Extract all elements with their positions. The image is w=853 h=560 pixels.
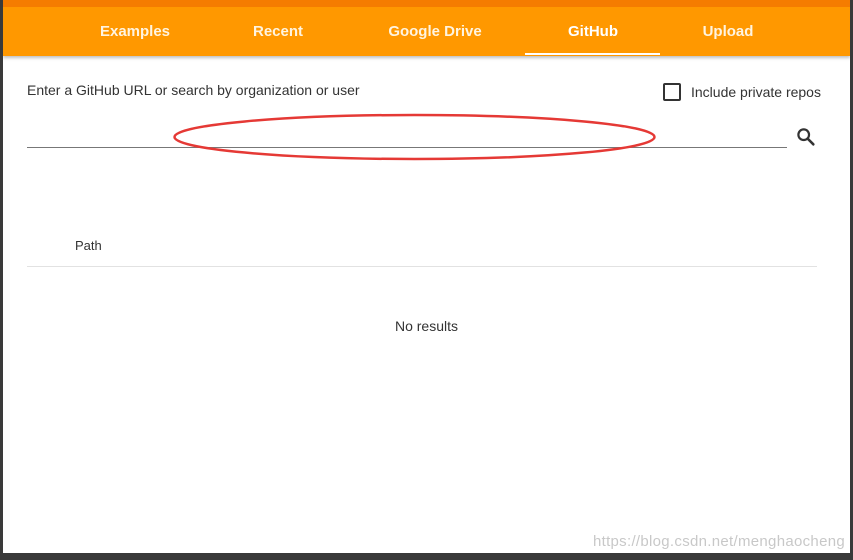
tab-bar: Examples Recent Google Drive GitHub Uplo… [3, 0, 850, 56]
search-button[interactable] [795, 126, 817, 148]
open-notebook-dialog: Examples Recent Google Drive GitHub Uplo… [3, 0, 850, 553]
watermark-text: https://blog.csdn.net/menghaocheng [592, 533, 845, 550]
tab-recent[interactable]: Recent [233, 7, 323, 56]
column-header-path: Path [75, 238, 102, 253]
no-results-message: No results [394, 318, 459, 334]
active-tab-indicator [525, 53, 660, 55]
include-private-repos-checkbox[interactable] [663, 83, 681, 101]
include-private-repos-toggle[interactable]: Include private repos [663, 82, 821, 102]
results-divider [27, 266, 817, 267]
search-icon [797, 128, 815, 146]
github-search-prompt: Enter a GitHub URL or search by organiza… [27, 82, 360, 98]
tab-github[interactable]: GitHub [543, 7, 643, 56]
tab-examples[interactable]: Examples [85, 7, 185, 56]
tab-google-drive[interactable]: Google Drive [375, 7, 495, 56]
include-private-repos-label: Include private repos [691, 84, 821, 100]
tab-upload[interactable]: Upload [683, 7, 773, 56]
github-search-input[interactable] [27, 120, 787, 148]
